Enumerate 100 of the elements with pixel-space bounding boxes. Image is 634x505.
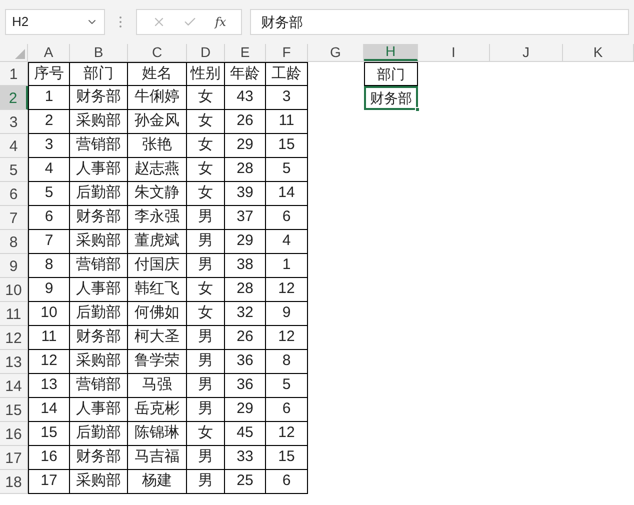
row-header[interactable]: 12	[0, 326, 28, 350]
table-cell: 人事部	[70, 158, 128, 182]
table-cell: 性别	[187, 62, 225, 86]
table-cell: 9	[28, 278, 70, 302]
table-cell: 26	[225, 326, 266, 350]
table-cell: 4	[266, 230, 308, 254]
row-header[interactable]: 9	[0, 254, 28, 278]
row-header[interactable]: 15	[0, 398, 28, 422]
table-cell: 李永强	[128, 206, 187, 230]
table-cell: 后勤部	[70, 182, 128, 206]
insert-function-button[interactable]: fx	[214, 13, 226, 31]
name-box[interactable]: H2	[5, 9, 105, 35]
table-cell: 15	[266, 446, 308, 470]
table-cell: 女	[187, 158, 225, 182]
table-cell: 12	[266, 326, 308, 350]
table-cell: 营销部	[70, 254, 128, 278]
table-cell: 4	[28, 158, 70, 182]
row-header[interactable]: 16	[0, 422, 28, 446]
fill-handle-icon[interactable]	[415, 107, 420, 112]
table-cell: 32	[225, 302, 266, 326]
table-cell: 28	[225, 278, 266, 302]
row-header[interactable]: 14	[0, 374, 28, 398]
table-cell: 2	[28, 110, 70, 134]
table-cell: 26	[225, 110, 266, 134]
column-header[interactable]: E	[225, 44, 266, 61]
table-cell: 财务部	[70, 326, 128, 350]
table-cell: 6	[28, 206, 70, 230]
table-cell: 7	[28, 230, 70, 254]
table-cell: 后勤部	[70, 302, 128, 326]
row-header[interactable]: 17	[0, 446, 28, 470]
table-cell: 陈锦琳	[128, 422, 187, 446]
table-cell: 人事部	[70, 278, 128, 302]
table-cell: 张艳	[128, 134, 187, 158]
row-header[interactable]: 4	[0, 134, 28, 158]
table-cell: 男	[187, 470, 225, 494]
table-cell: 柯大圣	[128, 326, 187, 350]
table-cell: 朱文静	[128, 182, 187, 206]
table-cell: 45	[225, 422, 266, 446]
table-cell: 11	[266, 110, 308, 134]
table-cell: 5	[28, 182, 70, 206]
table-cell: 人事部	[70, 398, 128, 422]
table-cell: 财务部	[70, 206, 128, 230]
table-cell: 男	[187, 230, 225, 254]
table-cell: 牛俐婷	[128, 86, 187, 110]
table-cell: 6	[266, 398, 308, 422]
row-header[interactable]: 6	[0, 182, 28, 206]
table-cell: 3	[266, 86, 308, 110]
row-header[interactable]: 7	[0, 206, 28, 230]
column-header[interactable]: A	[28, 44, 70, 61]
table-cell: 姓名	[128, 62, 187, 86]
table-cell: 9	[266, 302, 308, 326]
table-cell: 财务部	[70, 86, 128, 110]
column-header[interactable]: I	[418, 44, 490, 61]
select-all-triangle-icon[interactable]	[15, 49, 25, 59]
row-header[interactable]: 3	[0, 110, 28, 134]
table-cell: 8	[266, 350, 308, 374]
column-header[interactable]: C	[128, 44, 187, 61]
table-cell: 29	[225, 398, 266, 422]
column-header[interactable]: K	[563, 44, 634, 61]
table-cell: 13	[28, 374, 70, 398]
row-header[interactable]: 11	[0, 302, 28, 326]
row-header[interactable]: 18	[0, 470, 28, 494]
table-cell: 6	[266, 470, 308, 494]
row-header[interactable]: 10	[0, 278, 28, 302]
table-cell: 女	[187, 134, 225, 158]
table-cell: 赵志燕	[128, 158, 187, 182]
formula-input[interactable]: 财务部	[250, 9, 629, 35]
table-cell: 女	[187, 86, 225, 110]
row-header[interactable]: 5	[0, 158, 28, 182]
table-cell: 杨建	[128, 470, 187, 494]
table-cell: 采购部	[70, 230, 128, 254]
table-cell: 后勤部	[70, 422, 128, 446]
table-cell: 鲁学荣	[128, 350, 187, 374]
row-header[interactable]: 1	[0, 62, 28, 86]
table-cell: 36	[225, 374, 266, 398]
table-cell: 12	[266, 422, 308, 446]
table-cell: 男	[187, 350, 225, 374]
table-cell: 女	[187, 110, 225, 134]
column-header[interactable]: D	[187, 44, 225, 61]
row-header[interactable]: 13	[0, 350, 28, 374]
table-cell: 工龄	[266, 62, 308, 86]
column-header[interactable]: H	[364, 44, 418, 61]
table-cell: 38	[225, 254, 266, 278]
column-header[interactable]: B	[70, 44, 128, 61]
table-cell: 年龄	[225, 62, 266, 86]
table-cell: 1	[28, 86, 70, 110]
table-cell: 3	[28, 134, 70, 158]
table-cell: 11	[28, 326, 70, 350]
row-header[interactable]: 2	[0, 86, 28, 110]
table-cell: 29	[225, 230, 266, 254]
table-cell: 男	[187, 446, 225, 470]
table-cell: 营销部	[70, 134, 128, 158]
table-cell: 董虎斌	[128, 230, 187, 254]
table-cell: 采购部	[70, 470, 128, 494]
table-cell: 33	[225, 446, 266, 470]
table-cell: 韩红飞	[128, 278, 187, 302]
table-cell: 5	[266, 158, 308, 182]
row-header[interactable]: 8	[0, 230, 28, 254]
column-header[interactable]: F	[266, 44, 308, 61]
column-header[interactable]: J	[490, 44, 563, 61]
